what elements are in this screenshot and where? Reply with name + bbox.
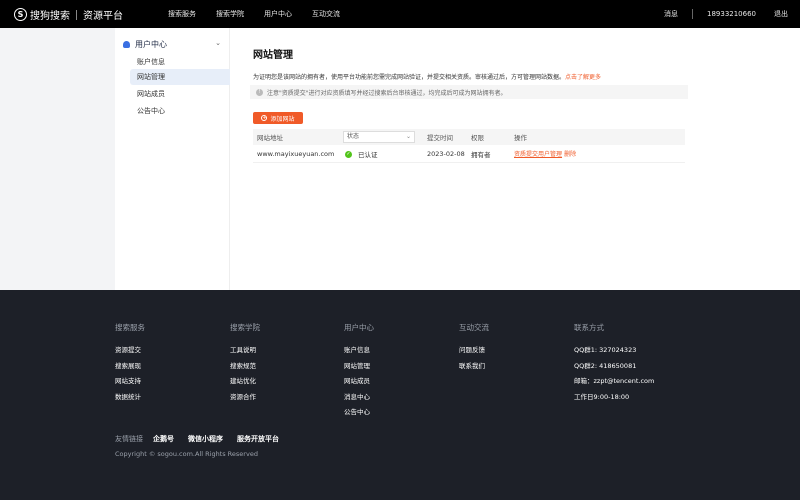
plus-icon: + — [261, 115, 268, 121]
row-actions: 资质提交用户管理 删除 — [514, 149, 576, 158]
sidebar-item-account-info[interactable]: 账户信息 — [130, 54, 235, 70]
notice-text: 注意"资质提交"进行对应资质填写并经过搜索后台审核通过，均完成后可成为网站拥有者… — [267, 89, 507, 97]
footer-link[interactable]: 工具说明 — [230, 344, 260, 360]
site-status: ✓ 已认证 — [345, 149, 378, 159]
notice-bar: ! 注意"资质提交"进行对应资质填写并经过搜索后台审核通过，均完成后可成为网站拥… — [250, 85, 688, 99]
brand-name: 搜狗搜索 — [30, 11, 70, 22]
sidebar-item-site-members[interactable]: 网站成员 — [130, 86, 235, 102]
nav-user-center[interactable]: 用户中心 — [264, 9, 292, 19]
sidebar-item-site-management[interactable]: 网站管理 — [130, 69, 236, 85]
footer-link[interactable]: 资源合作 — [230, 391, 260, 407]
footer-col-academy: 搜索学院 工具说明 搜索规范 建站优化 资源合作 — [230, 322, 260, 406]
sidebar: 用户中心 ⌄ 账户信息 网站管理 网站成员 公告中心 — [115, 28, 236, 290]
footer-col-interaction: 互动交流 问题反馈 联系我们 — [459, 322, 489, 375]
footer-link[interactable]: 网站支持 — [115, 375, 145, 391]
submit-date: 2023-02-08 — [427, 149, 465, 158]
chevron-down-icon: ⌄ — [405, 133, 411, 140]
footer-link[interactable]: 资源提交 — [115, 344, 145, 360]
footer-link[interactable]: 网站成员 — [344, 375, 374, 391]
friend-link-penguin[interactable]: 企鹅号 — [153, 434, 174, 444]
friend-links: 友情链接 企鹅号 微信小程序 服务开放平台 — [115, 434, 293, 444]
footer-link[interactable]: 问题反馈 — [459, 344, 489, 360]
table-row: www.mayixueyuan.com ✓ 已认证 2023-02-08 拥有者 … — [253, 145, 685, 163]
friend-links-label: 友情链接 — [115, 435, 143, 443]
account-phone[interactable]: 18933210660 — [707, 10, 756, 18]
header-url: 网站地址 — [257, 134, 283, 142]
delete-link[interactable]: 删除 — [564, 151, 576, 158]
intro-description: 为证明您是该网站的拥有者，使用平台功能前您需完成网站验证，并提交相关资质。审核通… — [253, 74, 566, 81]
divider — [692, 9, 693, 19]
sogou-logo-icon: S — [14, 8, 27, 21]
footer-col-title: 联系方式 — [574, 323, 604, 332]
contact-hours: 工作日9:00-18:00 — [574, 392, 630, 401]
site-table: 网站地址 状态 ⌄ 提交时间 权限 操作 www.mayixueyuan.com… — [253, 129, 685, 163]
footer-col-title: 用户中心 — [344, 323, 374, 332]
sidebar-header[interactable]: 用户中心 ⌄ — [123, 38, 223, 50]
main-panel: 网站管理 为证明您是该网站的拥有者，使用平台功能前您需完成网站验证，并提交相关资… — [230, 28, 800, 290]
status-filter-label: 状态 — [347, 133, 360, 140]
site-url: www.mayixueyuan.com — [257, 149, 335, 158]
intro-text: 为证明您是该网站的拥有者，使用平台功能前您需完成网站验证，并提交相关资质。审核通… — [253, 72, 601, 81]
site-role: 拥有者 — [471, 150, 491, 159]
header-actions: 操作 — [514, 134, 527, 142]
footer-link[interactable]: 消息中心 — [344, 391, 374, 407]
footer-link[interactable]: 搜索规范 — [230, 360, 260, 376]
copyright: Copyright © sogou.com.All Rights Reserve… — [115, 450, 258, 458]
header-submit-time: 提交时间 — [427, 134, 453, 142]
qualification-submit-link[interactable]: 资质提交 — [514, 151, 538, 158]
footer-link[interactable]: 数据统计 — [115, 391, 145, 407]
footer-col-title: 搜索服务 — [115, 323, 145, 332]
page-title: 网站管理 — [253, 50, 293, 61]
check-circle-icon: ✓ — [345, 151, 352, 158]
header-permission: 权限 — [471, 134, 484, 142]
learn-more-link[interactable]: 点击了解更多 — [565, 74, 601, 81]
footer-link[interactable]: 建站优化 — [230, 375, 260, 391]
status-text: 已认证 — [358, 150, 378, 159]
footer-col-user-center: 用户中心 账户信息 网站管理 网站成员 消息中心 公告中心 — [344, 322, 374, 422]
footer-col-search-service: 搜索服务 资源提交 搜索展现 网站支持 数据统计 — [115, 322, 145, 406]
chevron-down-icon[interactable]: ⌄ — [215, 39, 221, 47]
add-site-label: 添加网站 — [270, 115, 295, 123]
footer-link[interactable]: 公告中心 — [344, 406, 374, 422]
contact-email[interactable]: 邮箱：zzpt@tencent.com — [574, 375, 654, 391]
contact-qq1: QQ群1: 327024323 — [574, 346, 637, 354]
footer-col-title: 搜索学院 — [230, 323, 260, 332]
friend-link-miniprogram[interactable]: 微信小程序 — [188, 434, 223, 444]
logo[interactable]: S 搜狗搜索 资源平台 — [14, 7, 123, 22]
logout-link[interactable]: 退出 — [774, 9, 788, 19]
footer-link[interactable]: 网站管理 — [344, 360, 374, 376]
table-header: 网站地址 状态 ⌄ 提交时间 权限 操作 — [253, 129, 685, 145]
status-filter-select[interactable]: 状态 ⌄ — [343, 131, 415, 143]
logo-divider — [76, 9, 77, 20]
sidebar-item-announcements[interactable]: 公告中心 — [130, 103, 235, 119]
footer-col-title: 互动交流 — [459, 323, 489, 332]
add-site-button[interactable]: + 添加网站 — [253, 112, 303, 124]
footer: 搜索服务 资源提交 搜索展现 网站支持 数据统计 搜索学院 工具说明 搜索规范 … — [0, 290, 800, 500]
footer-col-contact: 联系方式 QQ群1: 327024323 QQ群2: 418650081 邮箱：… — [574, 322, 654, 406]
product-name: 资源平台 — [83, 11, 123, 22]
footer-link[interactable]: 账户信息 — [344, 344, 374, 360]
nav-search-service[interactable]: 搜索服务 — [168, 9, 196, 19]
footer-link[interactable]: 搜索展现 — [115, 360, 145, 376]
sidebar-header-label: 用户中心 — [135, 39, 167, 49]
footer-link[interactable]: 联系我们 — [459, 360, 489, 376]
top-bar: S 搜狗搜索 资源平台 搜索服务 搜索学院 用户中心 互动交流 消息 18933… — [0, 0, 800, 28]
user-icon — [123, 40, 130, 48]
contact-qq2: QQ群2: 418650081 — [574, 361, 637, 370]
top-nav: 搜索服务 搜索学院 用户中心 互动交流 — [168, 0, 360, 28]
nav-search-academy[interactable]: 搜索学院 — [216, 9, 244, 19]
friend-link-open-platform[interactable]: 服务开放平台 — [237, 434, 279, 444]
nav-interaction[interactable]: 互动交流 — [312, 9, 340, 19]
user-management-link[interactable]: 用户管理 — [538, 151, 562, 158]
info-icon: ! — [256, 88, 263, 96]
top-right: 消息 18933210660 退出 — [664, 0, 788, 28]
messages-link[interactable]: 消息 — [664, 9, 678, 19]
